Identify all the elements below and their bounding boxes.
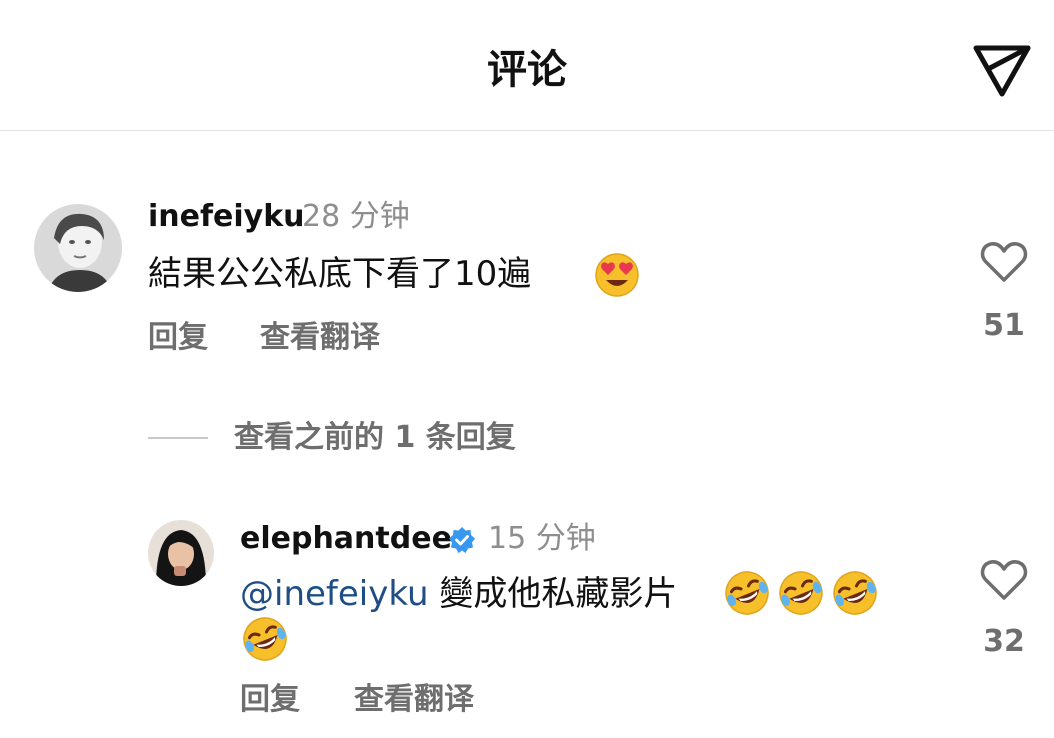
reply-text: @inefeiyku 變成他私藏影片 [240, 572, 677, 616]
reply-button[interactable]: 回复 [240, 680, 300, 720]
avatar[interactable] [148, 520, 214, 586]
rofl-emoji [243, 617, 287, 661]
like-count: 51 [983, 308, 1025, 343]
heart-icon[interactable] [980, 558, 1028, 602]
reply-button[interactable]: 回复 [148, 318, 208, 358]
reply-username[interactable]: elephantdee [240, 519, 452, 559]
reply-timestamp: 15 分钟 [488, 521, 596, 556]
like-count: 32 [983, 624, 1025, 659]
view-previous-replies-label[interactable]: 查看之前的 1 条回复 [234, 418, 516, 458]
header-bar: 评论 [0, 0, 1054, 131]
send-icon[interactable] [970, 40, 1034, 100]
heart-icon[interactable] [980, 240, 1028, 284]
rofl-emoji [725, 571, 769, 615]
reply-text-body: 變成他私藏影片 [428, 574, 678, 614]
heart-eyes-emoji [595, 253, 639, 297]
page-title: 评论 [487, 47, 567, 93]
see-translation-button[interactable]: 查看翻译 [354, 680, 474, 720]
comment-username[interactable]: inefeiyku [148, 197, 305, 237]
replies-divider [148, 437, 208, 439]
rofl-emoji [833, 571, 877, 615]
verified-badge-icon [449, 527, 475, 553]
comment-timestamp: 28 分钟 [302, 199, 410, 234]
see-translation-button[interactable]: 查看翻译 [260, 318, 380, 358]
comment-text: 結果公公私底下看了10遍 [148, 254, 532, 294]
mention-link[interactable]: @inefeiyku [240, 574, 429, 614]
avatar[interactable] [34, 204, 122, 292]
rofl-emoji [779, 571, 823, 615]
